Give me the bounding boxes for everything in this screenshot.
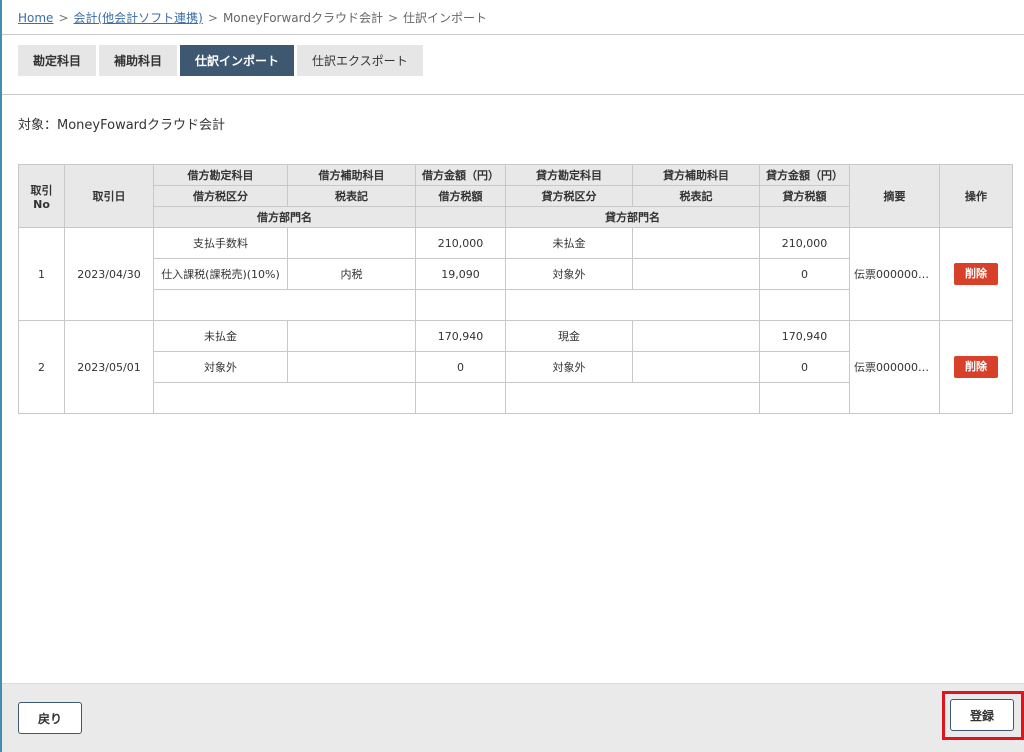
table-row: 1 2023/04/30 支払手数料 210,000 未払金 210,000 伝… [18,227,1013,321]
breadcrumb-accounting-link[interactable]: 会計(他会計ソフト連携) [74,11,203,25]
cell-credit-tax-amount: 0 [759,351,850,383]
cell-debit-tax-mark: 内税 [287,258,416,290]
cell-debit-sub [287,227,416,259]
header-no: 取引 No [18,164,65,228]
cell-debit-account: 支払手数料 [153,227,288,259]
header-debit-tax-amount: 借方税額 [415,185,506,207]
cell-credit-tax-amount: 0 [759,258,850,290]
cell-empty [759,382,850,414]
cell-no: 1 [18,227,65,321]
register-button[interactable]: 登録 [950,699,1014,731]
cell-date: 2023/05/01 [64,320,154,414]
breadcrumb-software: MoneyForwardクラウド会計 [222,11,383,25]
tab-bar: 勘定科目 補助科目 仕訳インポート 仕訳エクスポート [18,45,423,76]
breadcrumb-current: 仕訳インポート [403,11,488,25]
back-button[interactable]: 戻り [18,702,82,734]
delete-button[interactable]: 削除 [954,263,998,285]
tab-journal-import[interactable]: 仕訳インポート [180,45,295,76]
header-credit-tax-class: 貸方税区分 [505,185,633,207]
header-memo: 摘要 [849,164,940,228]
cell-credit-dept [505,382,760,414]
header-credit-sub: 貸方補助科目 [632,164,760,186]
cell-credit-account: 現金 [505,320,633,352]
cell-credit-account: 未払金 [505,227,633,259]
cell-credit-tax-class: 対象外 [505,351,633,383]
cell-empty [415,289,506,321]
cell-date: 2023/04/30 [64,227,154,321]
journal-table: 取引 No 取引日 借方勘定科目 借方補助科目 借方金額（円） 貸方勘定科目 貸… [18,164,1013,414]
header-empty [759,206,850,228]
cell-action: 削除 [939,227,1013,321]
cell-memo: 伝票0000000... [849,227,940,321]
cell-credit-dept [505,289,760,321]
cell-debit-account: 未払金 [153,320,288,352]
breadcrumb-divider [2,34,1024,35]
header-credit-amount: 貸方金額（円） [759,164,850,186]
breadcrumb: Home > 会計(他会計ソフト連携) > MoneyForwardクラウド会計 > 仕訳イ… [18,9,487,26]
left-border [0,0,2,752]
header-credit-account: 貸方勘定科目 [505,164,633,186]
footer-bar: 戻り 登録 [2,683,1024,752]
tab-journal-export[interactable]: 仕訳エクスポート [297,45,423,76]
header-action: 操作 [939,164,1013,228]
cell-debit-dept [153,382,416,414]
header-debit-tax-class: 借方税区分 [153,185,288,207]
target-label: 対象：MoneyFowardクラウド会計 [18,118,226,133]
header-debit-amount: 借方金額（円） [415,164,506,186]
header-date: 取引日 [64,164,154,228]
cell-debit-amount: 210,000 [415,227,506,259]
cell-credit-tax-mark [632,258,760,290]
cell-credit-sub [632,227,760,259]
header-debit-sub: 借方補助科目 [287,164,416,186]
cell-debit-tax-amount: 19,090 [415,258,506,290]
cell-empty [415,382,506,414]
table-row: 2 2023/05/01 未払金 170,940 現金 170,940 伝票00… [18,320,1013,414]
tab-divider [2,94,1024,95]
cell-debit-sub [287,320,416,352]
cell-empty [759,289,850,321]
header-no-label: 取引 No [30,183,53,211]
header-credit-dept: 貸方部門名 [505,206,760,228]
header-credit-tax-amount: 貸方税額 [759,185,850,207]
breadcrumb-separator: > [207,11,218,25]
header-debit-tax-mark: 税表記 [287,185,416,207]
cell-debit-tax-amount: 0 [415,351,506,383]
cell-credit-sub [632,320,760,352]
cell-debit-tax-class: 仕入課税(課税売)(10%) [153,258,288,290]
tab-account-items[interactable]: 勘定科目 [18,45,97,76]
header-debit-dept: 借方部門名 [153,206,416,228]
breadcrumb-home-link[interactable]: Home [18,11,53,25]
cell-credit-tax-class: 対象外 [505,258,633,290]
header-credit-tax-mark: 税表記 [632,185,760,207]
tab-sub-account-items[interactable]: 補助科目 [99,45,178,76]
header-empty [415,206,506,228]
cell-memo: 伝票0000000... [849,320,940,414]
cell-debit-tax-mark [287,351,416,383]
breadcrumb-separator: > [387,11,399,25]
cell-debit-tax-class: 対象外 [153,351,288,383]
cell-credit-tax-mark [632,351,760,383]
cell-no: 2 [18,320,65,414]
breadcrumb-separator: > [58,11,69,25]
cell-credit-amount: 170,940 [759,320,850,352]
cell-action: 削除 [939,320,1013,414]
delete-button[interactable]: 削除 [954,356,998,378]
cell-debit-amount: 170,940 [415,320,506,352]
header-debit-account: 借方勘定科目 [153,164,288,186]
cell-debit-dept [153,289,416,321]
cell-credit-amount: 210,000 [759,227,850,259]
